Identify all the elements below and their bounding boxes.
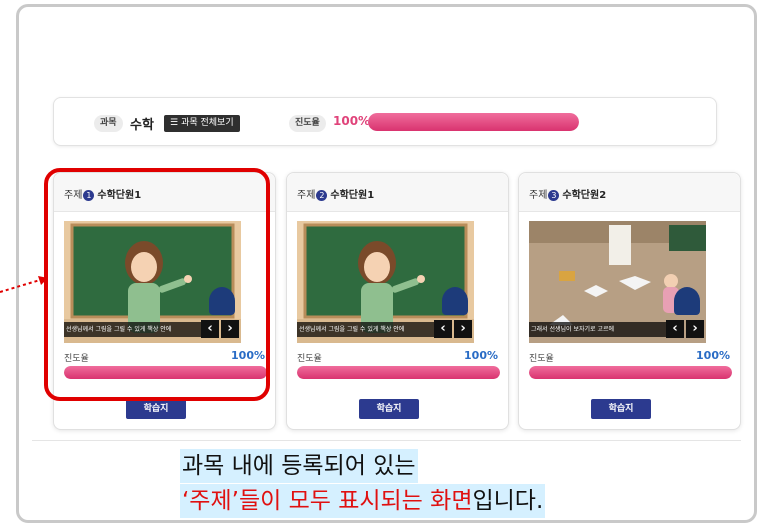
topic-card-header: 주제 2 수학단원1 <box>287 173 508 212</box>
topic-title: 수학단원2 <box>562 190 607 201</box>
pointer-arrow-icon <box>0 276 48 293</box>
progress-bar <box>297 366 500 379</box>
video-subtitle: 그래서 선생님이 보자기로 고르에 <box>529 322 680 337</box>
video-subtitle: 선생님께서 그림을 그릴 수 있게 책상 안에 <box>297 322 448 337</box>
worksheet-button[interactable]: 학습지 <box>359 399 419 419</box>
video-thumbnail[interactable]: 선생님께서 그림을 그릴 수 있게 책상 안에 ‹ › <box>297 221 474 343</box>
topic-title: 수학단원1 <box>330 190 375 201</box>
topic-number-badge: 3 <box>548 190 560 201</box>
view-all-label: 과목 전체보기 <box>181 118 234 128</box>
sign-language-interpreter <box>442 287 468 315</box>
overall-progress-bar <box>368 113 579 131</box>
caption-end: 입니다. <box>472 488 544 514</box>
prev-slide-button[interactable]: ‹ <box>434 320 452 338</box>
chevron-right-icon: › <box>692 321 698 336</box>
progress-fill <box>297 366 500 379</box>
sign-language-interpreter <box>674 287 700 315</box>
chevron-left-icon: ‹ <box>440 321 446 336</box>
progress-label: 진도율 <box>529 354 554 364</box>
topic-label: 주제 <box>297 190 316 201</box>
topic-card-3: 주제 3 수학단원2 그래서 선생님이 보자기로 고르에 ‹ › 진도율 100% … <box>518 172 741 430</box>
chevron-left-icon: ‹ <box>672 321 678 336</box>
highlight-box <box>44 168 270 401</box>
overall-progress-value: 100% <box>333 114 371 128</box>
topic-number-badge: 2 <box>316 190 328 201</box>
worksheet-button[interactable]: 학습지 <box>591 399 651 419</box>
subject-chip: 과목 <box>94 115 123 132</box>
video-thumbnail[interactable]: 그래서 선생님이 보자기로 고르에 ‹ › <box>529 221 706 343</box>
topic-card-2: 주제 2 수학단원1 선생님께서 그림을 그릴 수 있게 책상 안에 ‹ › 진도율… <box>286 172 509 430</box>
caption-line-2: ‘주제’들이 모두 표시되는 화면입니다. <box>180 484 546 518</box>
progress-value: 100% <box>464 349 498 362</box>
chevron-right-icon: › <box>460 321 466 336</box>
caption-line-1: 과목 내에 등록되어 있는 <box>180 449 418 483</box>
next-slide-button[interactable]: › <box>454 320 472 338</box>
progress-bar <box>529 366 732 379</box>
prev-slide-button[interactable]: ‹ <box>666 320 684 338</box>
worksheet-button[interactable]: 학습지 <box>126 399 186 419</box>
divider <box>32 440 741 441</box>
progress-fill <box>529 366 732 379</box>
progress-label: 진도율 <box>297 354 322 364</box>
caption-highlight: ‘주제’들이 모두 표시되는 화면 <box>182 488 473 514</box>
next-slide-button[interactable]: › <box>686 320 704 338</box>
view-all-subjects-button[interactable]: ☰ 과목 전체보기 <box>164 115 240 132</box>
list-icon: ☰ <box>170 118 179 128</box>
topic-label: 주제 <box>529 190 548 201</box>
progress-value: 100% <box>696 349 730 362</box>
topic-card-header: 주제 3 수학단원2 <box>519 173 740 212</box>
overall-progress-chip: 진도율 <box>289 115 326 132</box>
overall-progress-fill <box>368 113 579 131</box>
subject-name: 수학 <box>130 118 154 133</box>
